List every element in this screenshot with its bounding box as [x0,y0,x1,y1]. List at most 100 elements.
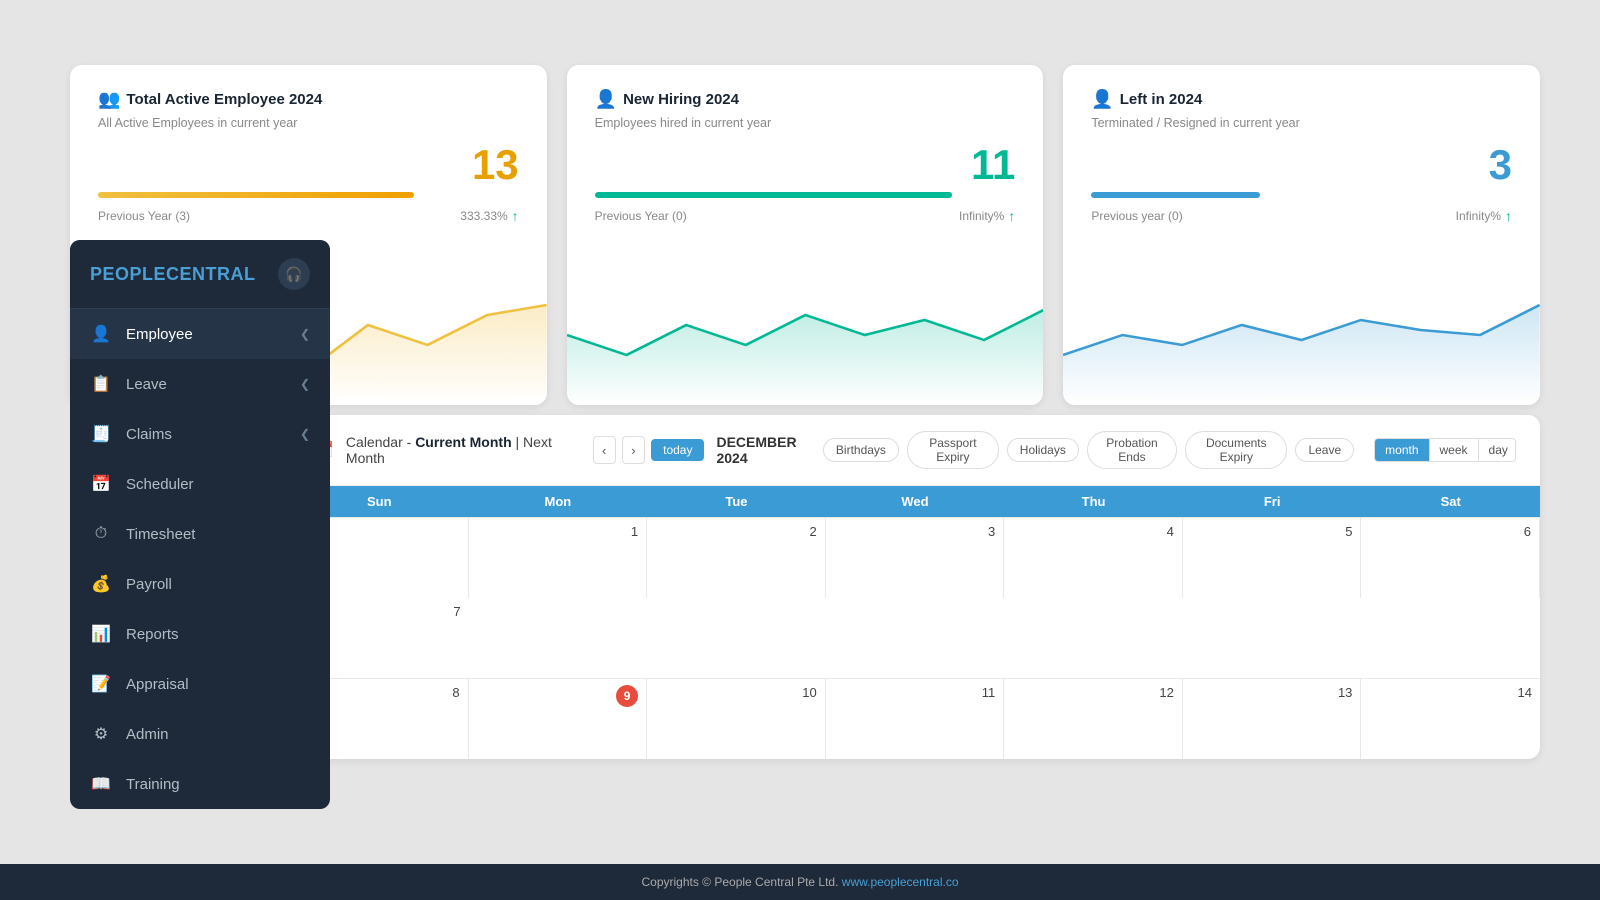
sidebar-item-employee[interactable]: 👤 Employee ❮ [70,309,330,359]
stat-chart-2 [567,275,1044,405]
cal-cell-4[interactable]: 4 [1004,518,1183,598]
sidebar: PEOPLECENTRAL 🎧 👤 Employee ❮ 📋 Leave ❮ 🧾… [70,240,330,809]
stat-value-row-1: 13 [98,144,519,186]
today-button[interactable]: today [651,439,704,461]
stat-card-header-3: 👤 Left in 2024 [1091,89,1512,110]
date-badge-9: 9 [616,685,638,707]
stat-card-new-hiring: 👤 New Hiring 2024 Employees hired in cur… [567,65,1044,405]
cal-cell-1[interactable]: 1 [469,518,648,598]
stat-prev-year-1: Previous Year (3) [98,209,190,223]
cal-cell-14[interactable]: 14 [1361,679,1540,759]
stat-progress-3 [1091,192,1259,198]
logo-icon: 🎧 [278,258,310,290]
stat-title-1: Total Active Employee 2024 [126,91,322,108]
cal-cell-10[interactable]: 10 [647,679,826,759]
page-footer: Copyrights © People Central Pte Ltd. www… [0,864,1600,900]
stat-chart-3 [1063,275,1540,405]
stat-progress-2 [595,192,953,198]
filter-probation-ends[interactable]: Probation Ends [1087,431,1177,469]
header-thu: Thu [1004,486,1183,517]
stat-subtitle-1: All Active Employees in current year [98,116,519,130]
cal-cell-5[interactable]: 5 [1183,518,1362,598]
chevron-icon-claims: ❮ [300,427,310,441]
sidebar-item-training[interactable]: 📖 Training [70,759,330,809]
calendar-week-2: 8 9 10 11 12 13 14 [290,678,1540,759]
view-day[interactable]: day [1479,439,1516,461]
scheduler-icon: 📅 [90,473,112,495]
view-buttons: month week day list [1374,438,1516,462]
sidebar-label-training: Training [126,776,310,793]
filter-passport-expiry[interactable]: Passport Expiry [907,431,999,469]
arrow-up-icon-3: ↑ [1505,208,1512,224]
chevron-icon-employee: ❮ [300,327,310,341]
calendar-header: 📅 Calendar - Current Month | Next Month … [290,415,1540,486]
logo-text: PEOPLECENTRAL [90,264,256,285]
page-wrapper: 👥 Total Active Employee 2024 All Active … [0,0,1600,900]
stat-value-row-3: 3 [1091,144,1512,186]
sidebar-label-appraisal: Appraisal [126,676,310,693]
calendar-week-1: 1 2 3 4 5 6 7 [290,517,1540,678]
stat-change-3: Infinity% ↑ [1456,208,1512,224]
sidebar-label-reports: Reports [126,626,310,643]
calendar-day-headers: Sun Mon Tue Wed Thu Fri Sat [290,486,1540,517]
sidebar-item-appraisal[interactable]: 📝 Appraisal [70,659,330,709]
stat-title-3: Left in 2024 [1120,91,1203,108]
sidebar-item-reports[interactable]: 📊 Reports [70,609,330,659]
stat-value-row-2: 11 [595,144,1016,186]
arrow-up-icon-2: ↑ [1008,208,1015,224]
cal-cell-2[interactable]: 2 [647,518,826,598]
view-week[interactable]: week [1430,439,1479,461]
stat-card-header: 👥 Total Active Employee 2024 [98,89,519,110]
sidebar-item-claims[interactable]: 🧾 Claims ❮ [70,409,330,459]
stat-subtitle-2: Employees hired in current year [595,116,1016,130]
month-year-label: DECEMBER 2024 [716,434,810,466]
next-month-button[interactable]: › [622,436,645,464]
sidebar-label-claims: Claims [126,426,300,443]
view-month[interactable]: month [1375,439,1429,461]
cal-cell-11[interactable]: 11 [826,679,1005,759]
stat-title-2: New Hiring 2024 [623,91,739,108]
stat-footer-3: Previous year (0) Infinity% ↑ [1091,208,1512,224]
calendar-section: 📅 Calendar - Current Month | Next Month … [290,415,1540,759]
stat-value-2: 11 [971,144,1015,186]
filter-documents-expiry[interactable]: Documents Expiry [1185,431,1287,469]
header-fri: Fri [1183,486,1362,517]
cal-cell-6[interactable]: 6 [1361,518,1540,598]
sidebar-label-timesheet: Timesheet [126,526,310,543]
sidebar-item-payroll[interactable]: 💰 Payroll [70,559,330,609]
admin-icon: ⚙ [90,723,112,745]
sidebar-label-employee: Employee [126,326,300,343]
chevron-icon-leave: ❮ [300,377,310,391]
leave-icon: 📋 [90,373,112,395]
claims-icon: 🧾 [90,423,112,445]
cal-cell-12[interactable]: 12 [1004,679,1183,759]
stat-value-1: 13 [472,144,519,186]
sidebar-label-leave: Leave [126,376,300,393]
filter-leave[interactable]: Leave [1295,438,1354,462]
employee-icon: 👤 [90,323,112,345]
training-icon: 📖 [90,773,112,795]
sidebar-item-timesheet[interactable]: ⏱ Timesheet [70,509,330,559]
footer-text: Copyrights © People Central Pte Ltd. [641,875,838,889]
stat-footer-2: Previous Year (0) Infinity% ↑ [595,208,1016,224]
cal-cell-9[interactable]: 9 [469,679,648,759]
prev-month-button[interactable]: ‹ [593,436,616,464]
filter-birthdays[interactable]: Birthdays [823,438,899,462]
filter-holidays[interactable]: Holidays [1007,438,1079,462]
stat-card-header-2: 👤 New Hiring 2024 [595,89,1016,110]
header-sat: Sat [1361,486,1540,517]
sidebar-label-admin: Admin [126,726,310,743]
header-mon: Mon [469,486,648,517]
cal-cell-3[interactable]: 3 [826,518,1005,598]
header-wed: Wed [826,486,1005,517]
sidebar-label-scheduler: Scheduler [126,476,310,493]
sidebar-item-scheduler[interactable]: 📅 Scheduler [70,459,330,509]
sidebar-item-admin[interactable]: ⚙ Admin [70,709,330,759]
sidebar-item-leave[interactable]: 📋 Leave ❮ [70,359,330,409]
cal-cell-13[interactable]: 13 [1183,679,1362,759]
stat-subtitle-3: Terminated / Resigned in current year [1091,116,1512,130]
footer-link[interactable]: www.peoplecentral.co [842,875,959,889]
payroll-icon: 💰 [90,573,112,595]
stat-change-1: 333.33% ↑ [460,208,518,224]
calendar-title: Calendar - Current Month | Next Month [346,434,565,466]
